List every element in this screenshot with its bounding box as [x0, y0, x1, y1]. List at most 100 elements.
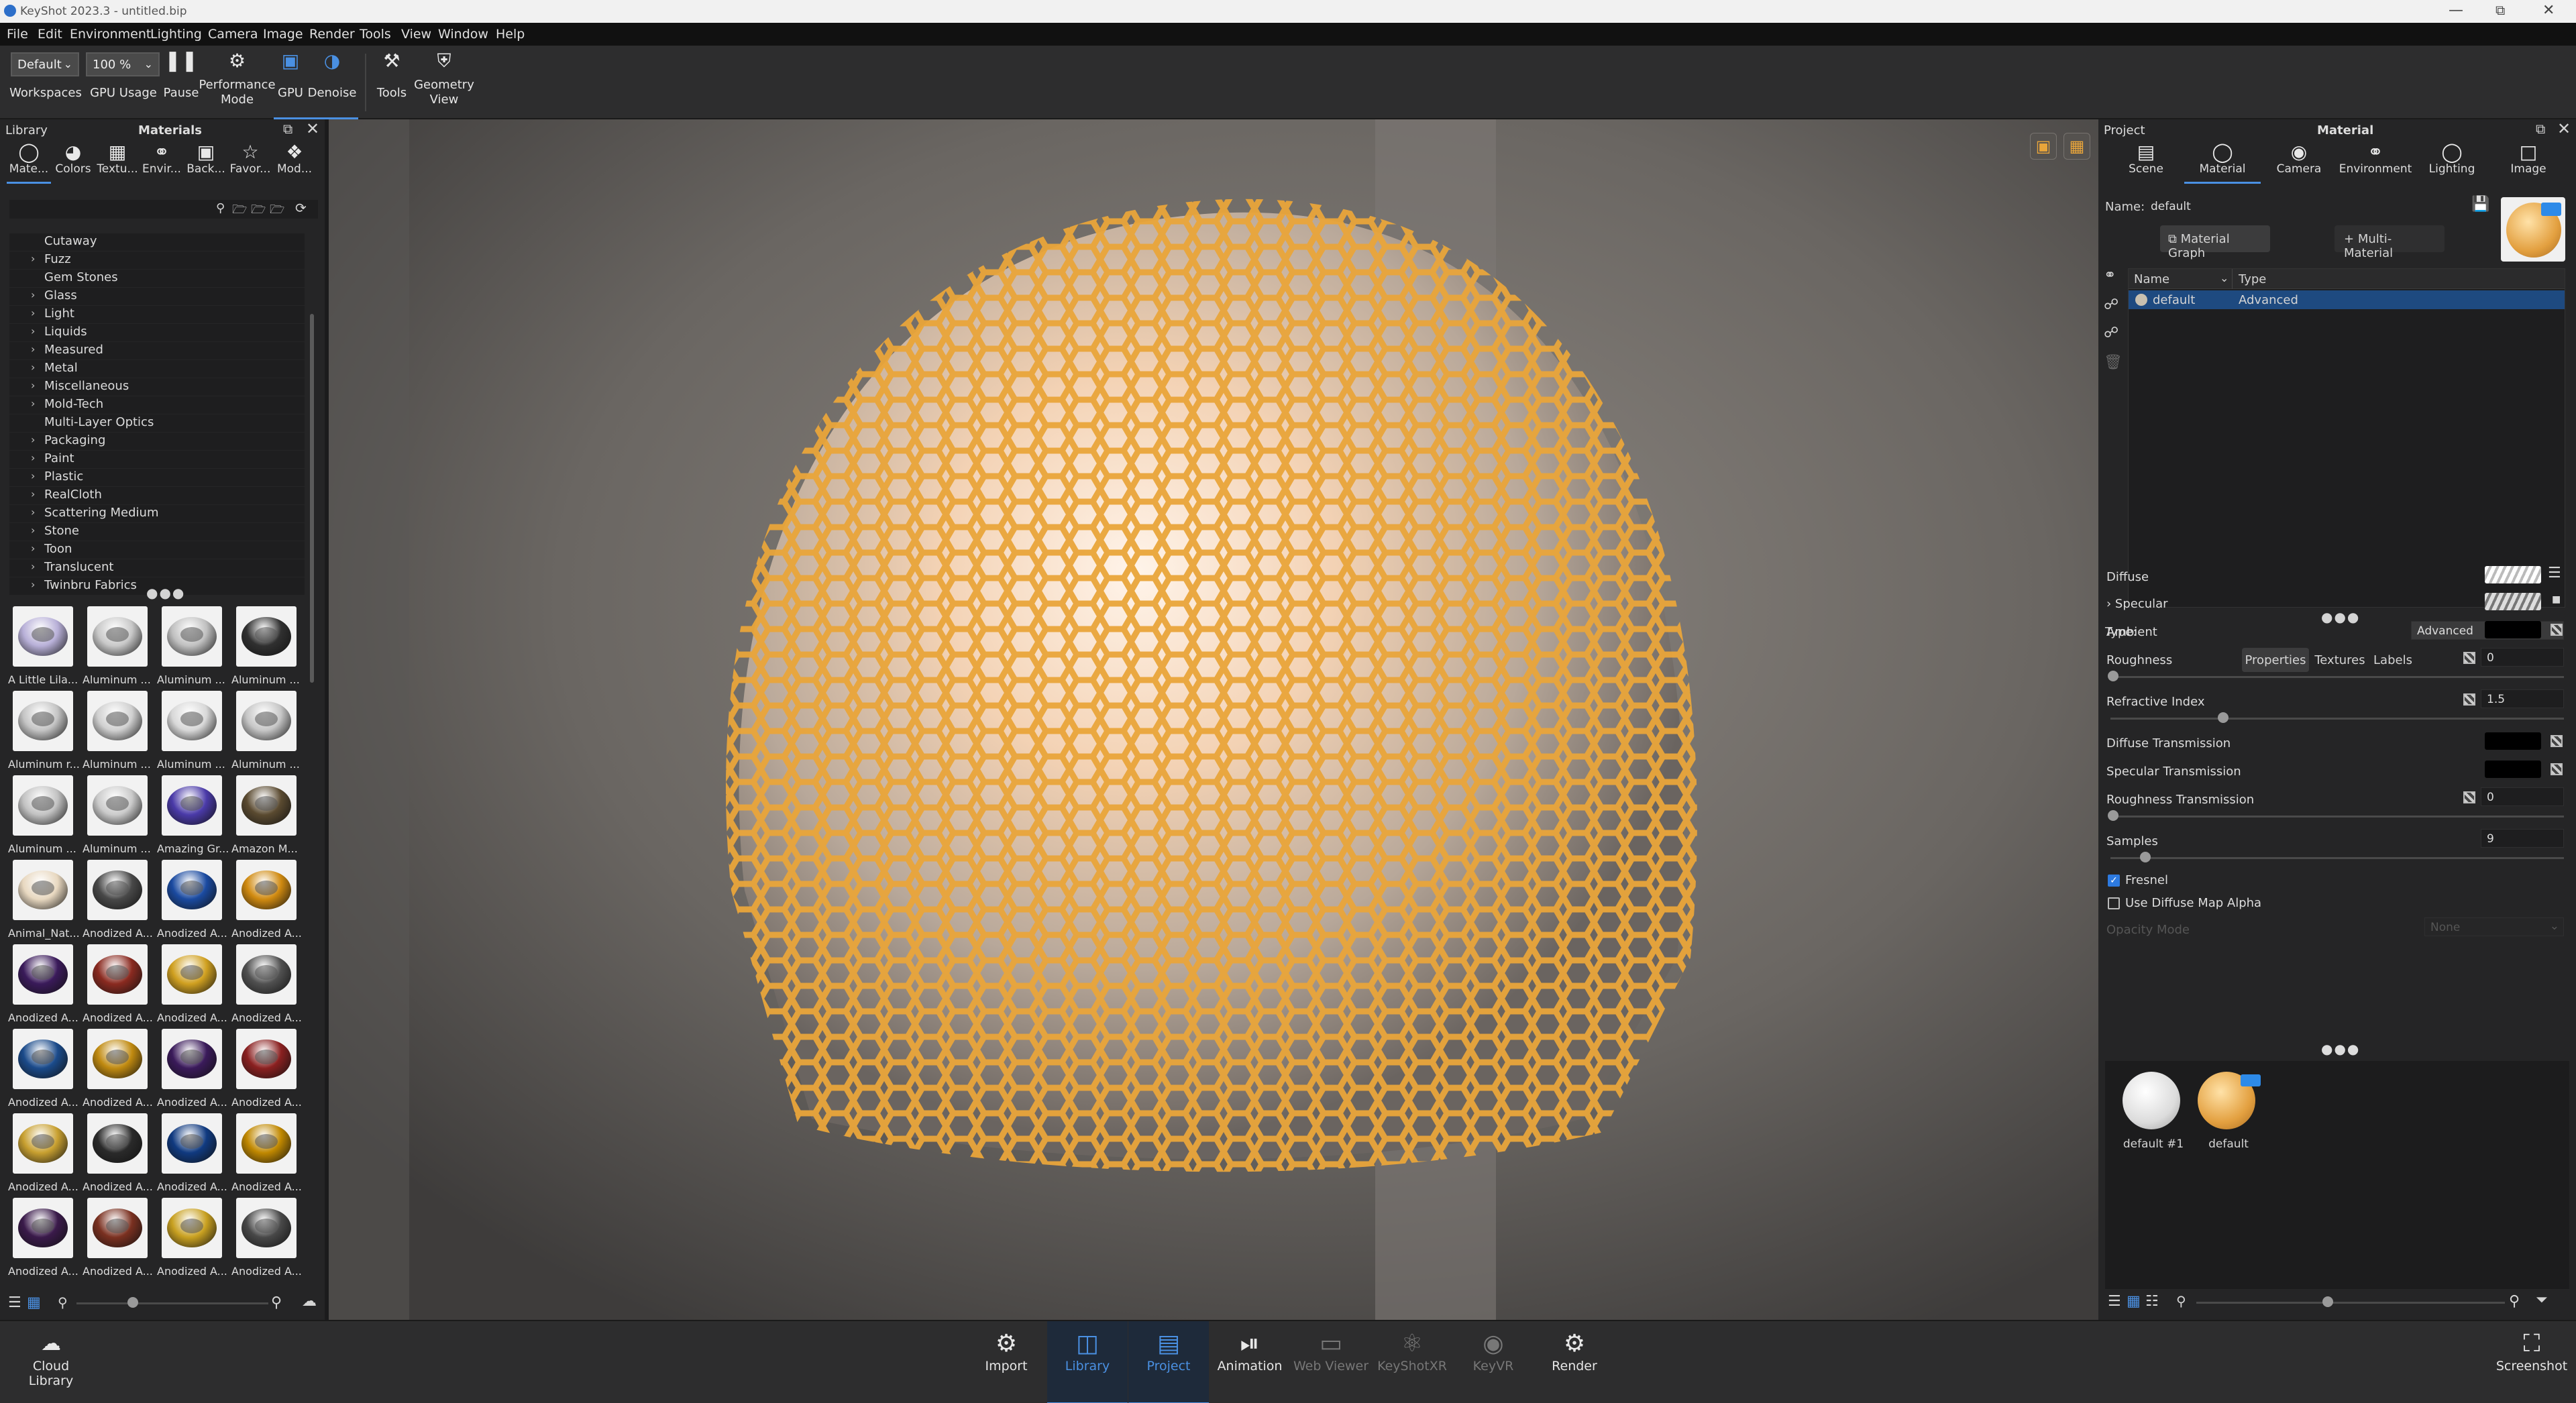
- specular-swatch[interactable]: [2485, 593, 2541, 610]
- thumbnail-size-slider[interactable]: [76, 1302, 268, 1304]
- grid-view-icon[interactable]: ▦: [2127, 1293, 2141, 1310]
- tree-item[interactable]: › Miscellaneous: [9, 378, 305, 396]
- multi-material-button[interactable]: + Multi-Material: [2334, 225, 2445, 260]
- thumbnail-scrollbar[interactable]: [310, 606, 314, 626]
- refresh-icon[interactable]: ⟳: [295, 200, 307, 216]
- bottom-button-keyshotxr[interactable]: ⚛ KeyShotXR: [1372, 1321, 1452, 1403]
- project-tab-image[interactable]: □ Image: [2490, 142, 2567, 184]
- performance-mode-button[interactable]: ⚙ Performance Mode: [199, 46, 276, 119]
- menu-render[interactable]: Render: [309, 27, 355, 42]
- material-thumbnail[interactable]: Anodized A...: [83, 944, 153, 1029]
- tree-item[interactable]: › Paint: [9, 451, 305, 468]
- bottom-button-import[interactable]: ⚙ Import: [966, 1321, 1046, 1403]
- tree-item[interactable]: › Stone: [9, 523, 305, 541]
- material-thumbnail[interactable]: Anodized A...: [8, 1113, 78, 1198]
- folder-icon[interactable]: 🗁: [251, 201, 266, 221]
- material-thumbnail[interactable]: Aluminum ...: [157, 606, 227, 691]
- material-thumbnail[interactable]: Aluminum ...: [157, 691, 227, 775]
- tree-item[interactable]: › Translucent: [9, 559, 305, 577]
- menu-view[interactable]: View: [401, 27, 431, 42]
- small-square-icon[interactable]: ■: [2552, 594, 2561, 605]
- samples-knob[interactable]: [2140, 852, 2151, 862]
- material-thumbnail[interactable]: Anodized A...: [83, 1113, 153, 1198]
- library-tab-1[interactable]: ◕ Colors: [51, 142, 95, 184]
- material-thumbnail[interactable]: Anodized A...: [8, 1198, 78, 1282]
- folder-remove-icon[interactable]: 🗁: [270, 201, 284, 221]
- refractive-index-slider[interactable]: [2110, 718, 2564, 720]
- cloud-download-icon[interactable]: ☁: [302, 1293, 317, 1310]
- material-thumbnail[interactable]: Anodized A...: [157, 1198, 227, 1282]
- bottom-button-library[interactable]: ◫ Library: [1047, 1321, 1128, 1403]
- opacity-mode-select[interactable]: None ⌄: [2424, 917, 2564, 936]
- roughness-knob[interactable]: [2108, 671, 2118, 681]
- delete-icon[interactable]: 🗑: [2104, 354, 2123, 371]
- menu-camera[interactable]: Camera: [208, 27, 258, 42]
- texture-map-icon[interactable]: [2463, 652, 2475, 664]
- texture-map-icon[interactable]: [2463, 693, 2475, 706]
- list-view-icon[interactable]: ☰: [8, 1294, 21, 1311]
- material-thumbnail[interactable]: Amazing Gr...: [157, 775, 229, 860]
- bottom-button-keyvr[interactable]: ◉ KeyVR: [1453, 1321, 1534, 1403]
- tree-item[interactable]: › Light: [9, 306, 305, 323]
- library-tab-4[interactable]: ▣ Back...: [184, 142, 228, 184]
- material-thumbnail[interactable]: Anodized A...: [83, 860, 153, 944]
- material-thumbnail[interactable]: Anodized A...: [231, 860, 302, 944]
- splitter-handle-icon[interactable]: ●●●: [146, 585, 185, 601]
- material-thumbnail[interactable]: Aluminum ...: [83, 691, 153, 775]
- project-tab-material[interactable]: ◯ Material: [2184, 142, 2261, 184]
- list-view-icon[interactable]: ☰: [2108, 1293, 2121, 1310]
- scene-material-item[interactable]: default: [2188, 1069, 2269, 1156]
- material-thumbnail[interactable]: Aluminum ...: [231, 691, 302, 775]
- samples-field[interactable]: 9: [2481, 829, 2564, 848]
- material-thumbnail[interactable]: Aluminum ...: [231, 606, 302, 691]
- geometry-view-button[interactable]: ⛨ Geometry View: [411, 46, 478, 119]
- tab-textures[interactable]: Textures: [2312, 648, 2368, 672]
- project-tab-scene[interactable]: ▤ Scene: [2108, 142, 2184, 184]
- render-viewport[interactable]: ▣ ▦: [329, 119, 2098, 1320]
- minimize-icon[interactable]: —: [2449, 2, 2463, 19]
- gpu-button[interactable]: ▣ GPU: [274, 46, 307, 119]
- material-graph-button[interactable]: ⧉ Material Graph: [2160, 225, 2270, 260]
- settings-sliders-icon[interactable]: ☰: [2548, 565, 2561, 581]
- pause-button[interactable]: ❚❚ Pause: [161, 46, 201, 119]
- menu-tools[interactable]: Tools: [360, 27, 391, 42]
- filter-icon[interactable]: ⏷: [2536, 1292, 2548, 1308]
- samples-slider[interactable]: [2110, 857, 2564, 859]
- material-thumbnail[interactable]: Aluminum ...: [8, 775, 78, 860]
- material-thumbnail[interactable]: Anodized A...: [231, 944, 302, 1029]
- material-thumbnail[interactable]: Anodized A...: [157, 944, 227, 1029]
- fresnel-checkbox[interactable]: ✓: [2108, 875, 2120, 887]
- material-thumbnail[interactable]: Anodized A...: [157, 860, 227, 944]
- tree-view-icon[interactable]: ☷: [2145, 1293, 2159, 1310]
- tree-item[interactable]: Multi-Layer Optics: [9, 414, 305, 432]
- diffuse-transmission-swatch[interactable]: [2485, 732, 2541, 750]
- texture-map-icon[interactable]: [2551, 624, 2563, 636]
- scene-thumb-size-knob[interactable]: [2322, 1296, 2333, 1307]
- zoom-out-icon[interactable]: ⚲: [2176, 1293, 2186, 1309]
- grid-view-icon[interactable]: ▦: [27, 1294, 41, 1311]
- scene-thumb-size-slider[interactable]: [2196, 1302, 2505, 1304]
- diffuse-swatch[interactable]: [2485, 566, 2541, 583]
- ambient-swatch[interactable]: [2485, 621, 2541, 638]
- maximize-icon[interactable]: ⧉: [2496, 2, 2505, 18]
- search-icon[interactable]: ⚲: [216, 201, 225, 215]
- folder-add-icon[interactable]: 🗁: [232, 201, 247, 221]
- library-tab-3[interactable]: ⚭ Envir...: [140, 142, 184, 184]
- refractive-index-knob[interactable]: [2218, 712, 2229, 723]
- project-tab-environment[interactable]: ⚭ Environment: [2337, 142, 2414, 184]
- tree-item[interactable]: › Liquids: [9, 324, 305, 341]
- material-preview[interactable]: [2501, 197, 2565, 262]
- close-panel-icon[interactable]: ✕: [306, 119, 319, 138]
- zoom-in-icon[interactable]: ⚲: [271, 1294, 282, 1311]
- thumbnail-size-knob[interactable]: [127, 1297, 138, 1308]
- close-window-icon[interactable]: ✕: [2542, 2, 2555, 19]
- library-tab-5[interactable]: ☆ Favor...: [228, 142, 272, 184]
- column-header-type[interactable]: Type: [2239, 272, 2266, 286]
- use-diffuse-map-alpha-checkbox[interactable]: [2108, 897, 2120, 909]
- unlink-icon[interactable]: ☍: [2104, 325, 2118, 341]
- tree-item[interactable]: › Glass: [9, 288, 305, 305]
- material-name-field[interactable]: default: [2145, 197, 2467, 216]
- material-thumbnail[interactable]: Amazon M...: [231, 775, 302, 860]
- menu-edit[interactable]: Edit: [38, 27, 62, 42]
- splitter-handle-icon[interactable]: ●●●: [2321, 1041, 2360, 1057]
